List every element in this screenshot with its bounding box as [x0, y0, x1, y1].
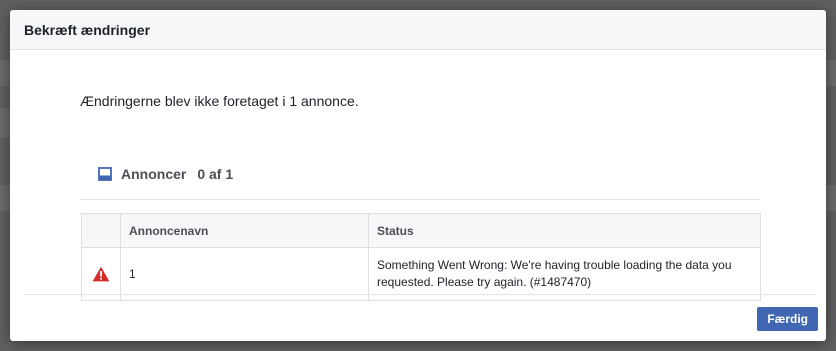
- ads-table: Annoncenavn Status 1 Something Went Wron…: [81, 213, 761, 301]
- warning-triangle-icon: [92, 266, 110, 282]
- status-cell: Something Went Wrong: We're having troub…: [377, 258, 732, 289]
- footer-divider: [24, 294, 816, 295]
- table-header-row: Annoncenavn Status: [81, 213, 761, 248]
- ad-layout-icon: [98, 167, 112, 181]
- ad-name-cell: 1: [120, 247, 369, 301]
- done-button[interactable]: Færdig: [757, 307, 818, 331]
- section-label: Annoncer: [121, 166, 187, 182]
- ads-section-header: Annoncer 0 af 1: [98, 166, 233, 182]
- row-icon-cell: [81, 247, 121, 301]
- dialog-body: Ændringerne blev ikke foretaget i 1 anno…: [10, 50, 826, 341]
- column-header-name: Annoncenavn: [120, 213, 369, 248]
- result-message: Ændringerne blev ikke foretaget i 1 anno…: [80, 93, 359, 109]
- column-header-icon: [81, 213, 121, 248]
- section-divider: [80, 199, 760, 200]
- dialog-title: Bekræft ændringer: [24, 21, 151, 38]
- column-header-status: Status: [377, 223, 414, 238]
- dialog-header: Bekræft ændringer: [10, 10, 826, 50]
- confirm-changes-dialog: Bekræft ændringer Ændringerne blev ikke …: [10, 10, 826, 341]
- section-count: 0 af 1: [197, 166, 234, 182]
- table-row: 1 Something Went Wrong: We're having tro…: [81, 247, 761, 301]
